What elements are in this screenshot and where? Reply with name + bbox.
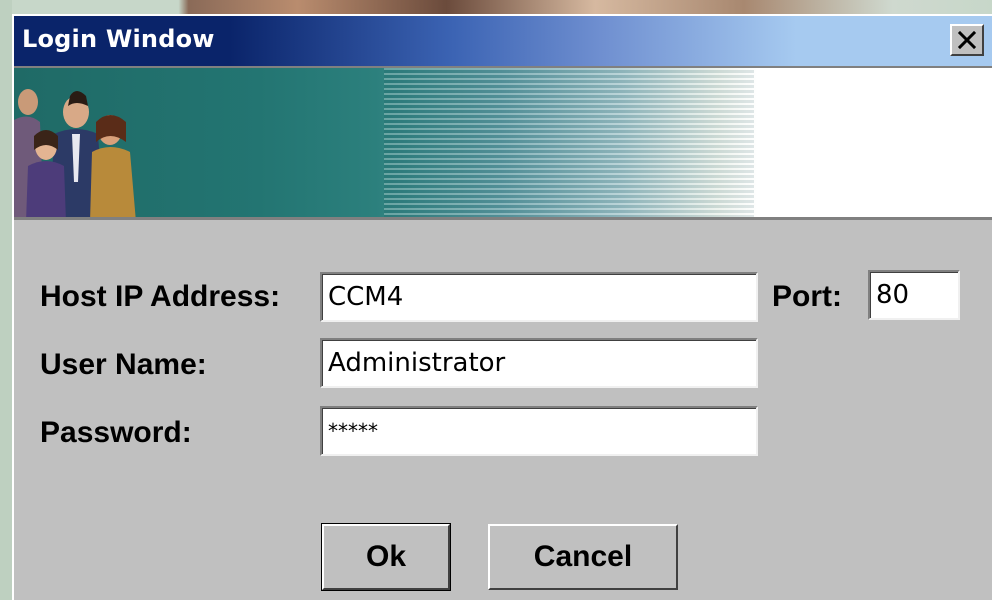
cancel-button-label: Cancel	[533, 540, 633, 573]
screen: Login Window Host IP Address: CCM4 Port:…	[0, 0, 992, 600]
window-title: Login Window	[22, 25, 215, 53]
port-input[interactable]	[868, 270, 960, 320]
title-bar[interactable]: Login Window	[14, 16, 992, 68]
banner-scanlines	[384, 68, 754, 217]
port-label: Port:	[772, 280, 842, 313]
host-ip-label: Host IP Address:	[40, 280, 281, 313]
people-silhouettes-icon	[14, 89, 136, 217]
user-name-label: User Name:	[40, 348, 207, 381]
host-ip-input[interactable]	[320, 272, 758, 322]
ok-button[interactable]: Ok	[322, 524, 450, 590]
user-name-input[interactable]	[320, 338, 758, 388]
login-form: Host IP Address: Port: User Name: Passwo…	[14, 220, 992, 600]
cancel-button[interactable]: Cancel	[488, 524, 678, 590]
ok-button-label: Ok	[365, 540, 407, 573]
login-window: Login Window Host IP Address: CCM4 Port:…	[12, 14, 992, 600]
banner-image	[14, 68, 992, 220]
close-button[interactable]	[950, 24, 984, 56]
password-label: Password:	[40, 416, 192, 449]
password-input[interactable]	[320, 406, 758, 456]
desktop-background-edge	[0, 0, 12, 600]
close-icon	[957, 31, 977, 49]
